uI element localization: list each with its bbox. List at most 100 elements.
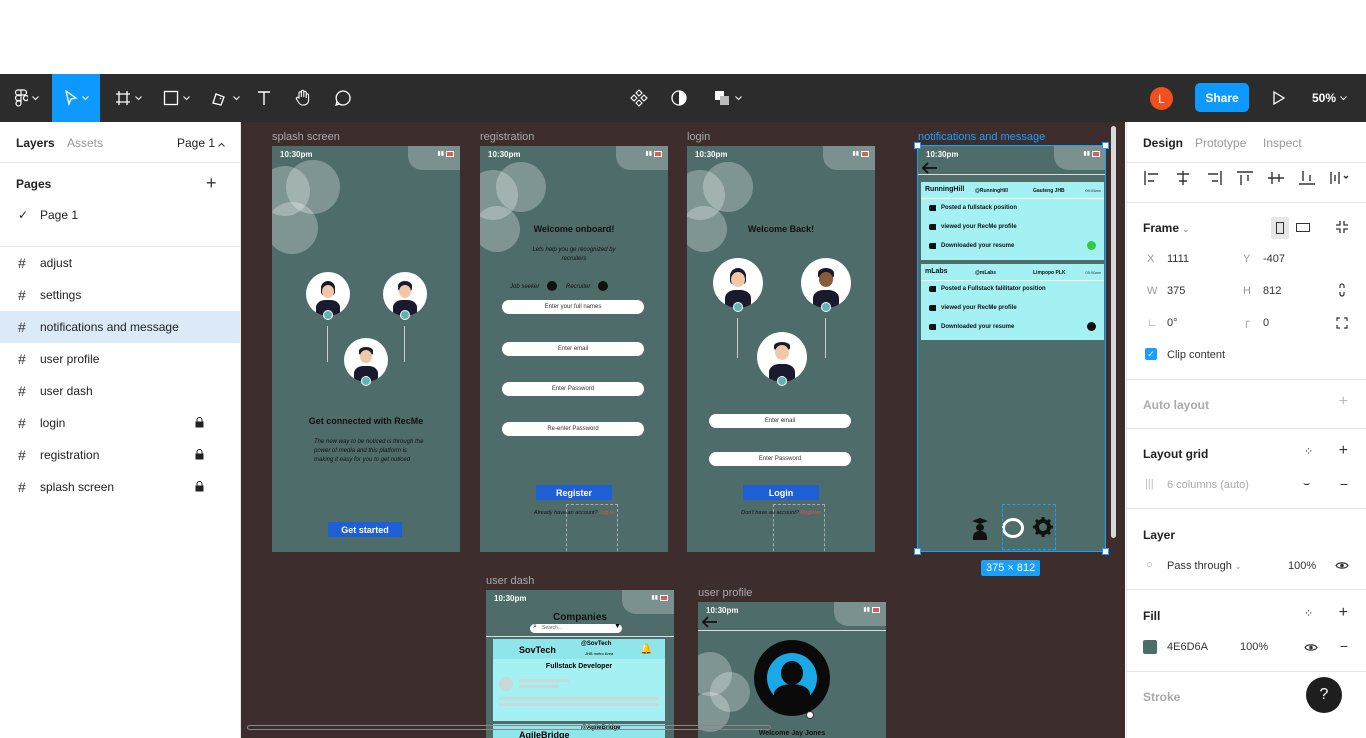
eye-icon[interactable]: [1304, 643, 1318, 652]
help-button[interactable]: ?: [1306, 677, 1342, 713]
hand-tool-button[interactable]: [290, 74, 316, 122]
frame-user-profile[interactable]: 10:30pm ▮▮ Welcome Jay Jones: [698, 602, 886, 738]
back-arrow-icon[interactable]: [702, 616, 718, 628]
resize-handle[interactable]: [914, 142, 921, 149]
horizontal-scrollbar[interactable]: [247, 725, 771, 730]
password-input[interactable]: Enter Password: [502, 382, 644, 396]
height-input[interactable]: 812: [1263, 285, 1281, 297]
fill-styles-icon[interactable]: ⁘: [1304, 607, 1313, 620]
password-input[interactable]: Enter Password: [709, 452, 851, 466]
layer-login[interactable]: # login: [0, 407, 240, 439]
add-fill-button[interactable]: +: [1339, 604, 1348, 622]
lock-icon[interactable]: [195, 417, 204, 428]
move-tool-button[interactable]: [52, 74, 100, 122]
radio-job-seeker[interactable]: [547, 281, 557, 291]
tab-layers[interactable]: Layers: [16, 136, 55, 150]
blend-mode-select[interactable]: Pass through ⌄: [1167, 560, 1242, 572]
resize-to-fit-icon[interactable]: [1335, 220, 1349, 234]
fill-hex-input[interactable]: 4E6D6A: [1167, 641, 1208, 653]
x-input[interactable]: 1111: [1167, 253, 1189, 265]
radio-recruiter[interactable]: [598, 281, 608, 291]
frame-label-notifications[interactable]: notifications and message: [918, 131, 1045, 143]
frame-registration[interactable]: 10:30pm ▮▮ Welcome onboard! Lets help yo…: [480, 146, 668, 552]
vertical-scrollbar[interactable]: [1111, 126, 1116, 538]
option-recruiter[interactable]: Recruiter: [566, 283, 590, 292]
width-input[interactable]: 375: [1167, 285, 1185, 297]
radius-input[interactable]: 0: [1263, 317, 1269, 329]
reenter-password-input[interactable]: Re-enter Password: [502, 422, 644, 436]
boolean-ops-button[interactable]: [708, 74, 746, 122]
page-selector[interactable]: Page 1: [177, 136, 226, 150]
layer-notifications-and-message[interactable]: # notifications and message: [0, 311, 240, 343]
add-layout-grid-button[interactable]: +: [1339, 442, 1348, 460]
clip-content-checkbox[interactable]: ✓: [1145, 348, 1157, 360]
tab-inspect[interactable]: Inspect: [1263, 136, 1302, 150]
remove-fill-button[interactable]: −: [1340, 638, 1348, 654]
resize-handle[interactable]: [1102, 142, 1109, 149]
distribute-icon[interactable]: [1329, 170, 1351, 186]
add-page-button[interactable]: +: [206, 173, 217, 194]
layout-grid-value[interactable]: 6 columns (auto): [1167, 479, 1249, 491]
frame-login[interactable]: 10:30pm ▮▮ Welcome Back! Enter email Ent…: [687, 146, 875, 552]
align-top-icon[interactable]: [1236, 170, 1254, 186]
frame-label-user-profile[interactable]: user profile: [698, 587, 752, 599]
layer-settings[interactable]: # settings: [0, 279, 240, 311]
layer-registration[interactable]: # registration: [0, 439, 240, 471]
layer-user-dash[interactable]: # user dash: [0, 375, 240, 407]
constrain-proportions-icon[interactable]: [1337, 283, 1347, 297]
email-input[interactable]: Enter email: [502, 342, 644, 356]
fill-opacity-input[interactable]: 100%: [1240, 641, 1268, 653]
user-avatar[interactable]: L: [1150, 87, 1173, 110]
tab-assets[interactable]: Assets: [67, 136, 103, 150]
mask-button[interactable]: [666, 74, 692, 122]
option-job-seeker[interactable]: Job seeker: [510, 283, 539, 292]
frame-label-user-dash[interactable]: user dash: [486, 575, 534, 587]
frame-label-login[interactable]: login: [687, 131, 710, 143]
register-button[interactable]: Register: [536, 485, 612, 500]
align-left-icon[interactable]: [1143, 170, 1161, 186]
grid-styles-icon[interactable]: ⁘: [1304, 445, 1313, 458]
frame-type-selector[interactable]: Frame ⌄: [1143, 221, 1189, 235]
frame-label-splash[interactable]: splash screen: [272, 131, 340, 143]
layer-splash-screen[interactable]: # splash screen: [0, 471, 240, 503]
align-right-icon[interactable]: [1205, 170, 1223, 186]
filter-icon[interactable]: ▼: [614, 623, 621, 630]
hidden-eye-icon[interactable]: ⌣: [1303, 478, 1310, 491]
frame-user-dash[interactable]: 10:30pm ▮▮ Companies Search... ⌕ ▼ SovTe…: [486, 590, 674, 738]
bell-icon[interactable]: 🔔: [640, 644, 652, 655]
align-center-h-icon[interactable]: [1174, 170, 1192, 186]
get-started-button[interactable]: Get started: [328, 522, 402, 537]
lock-icon[interactable]: [195, 481, 204, 492]
align-center-v-icon[interactable]: [1267, 170, 1285, 186]
tab-prototype[interactable]: Prototype: [1195, 136, 1246, 150]
fill-color-swatch[interactable]: [1143, 640, 1157, 654]
design-canvas[interactable]: splash screen 10:30pm ▮▮ Get connected w…: [241, 122, 1125, 738]
resize-handle[interactable]: [914, 548, 921, 555]
tab-design[interactable]: Design: [1143, 136, 1183, 150]
pen-tool-button[interactable]: [204, 74, 246, 122]
page-item-page-1[interactable]: ✓ Page 1: [18, 208, 78, 222]
frame-splash-screen[interactable]: 10:30pm ▮▮ Get connected with RecMe The …: [272, 146, 460, 552]
frame-label-registration[interactable]: registration: [480, 131, 534, 143]
comment-tool-button[interactable]: [330, 74, 356, 122]
remove-grid-button[interactable]: −: [1340, 476, 1348, 492]
shape-tool-button[interactable]: [156, 74, 196, 122]
landscape-icon[interactable]: [1296, 223, 1310, 232]
fullname-input[interactable]: Enter your full names: [502, 300, 644, 314]
main-menu-button[interactable]: [0, 74, 52, 122]
independent-corners-icon[interactable]: [1336, 317, 1348, 329]
lock-icon[interactable]: [195, 449, 204, 460]
add-auto-layout-button[interactable]: +: [1339, 393, 1348, 411]
company-card[interactable]: SovTech @SovTech JHB metro Area 🔔 Fullst…: [493, 639, 665, 721]
components-button[interactable]: [626, 74, 652, 122]
eye-icon[interactable]: [1335, 561, 1349, 570]
profile-avatar[interactable]: [754, 640, 830, 716]
portrait-toggle[interactable]: [1271, 217, 1289, 239]
layer-user-profile[interactable]: # user profile: [0, 343, 240, 375]
company-search-input[interactable]: Search...: [530, 624, 622, 633]
email-input[interactable]: Enter email: [709, 414, 851, 428]
rotation-input[interactable]: 0°: [1167, 317, 1178, 329]
y-input[interactable]: -407: [1263, 253, 1285, 265]
align-bottom-icon[interactable]: [1298, 170, 1316, 186]
layer-adjust[interactable]: # adjust: [0, 247, 240, 279]
